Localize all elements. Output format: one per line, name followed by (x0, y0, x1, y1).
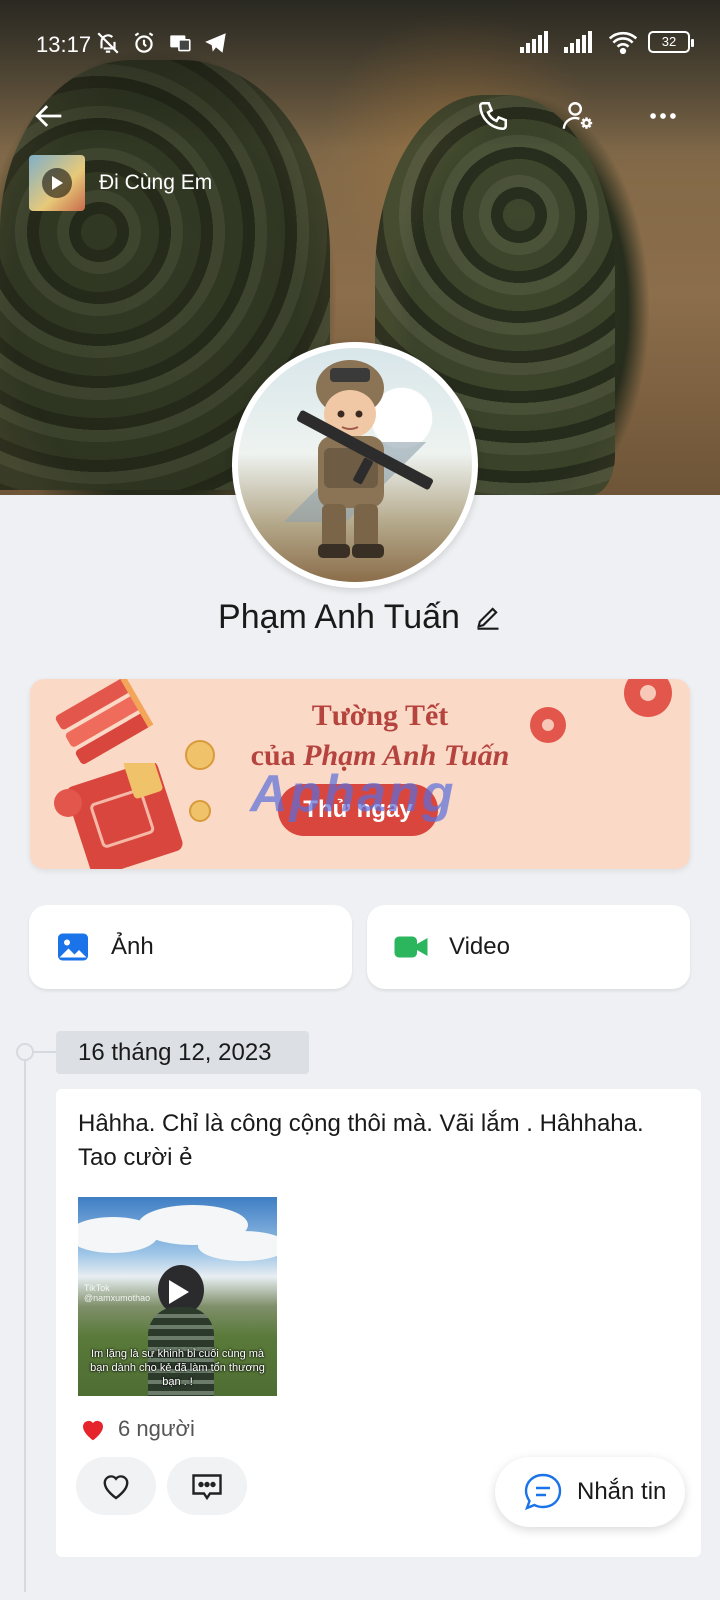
telegram-icon (205, 33, 226, 53)
profile-name-row: Phạm Anh Tuấn (0, 592, 720, 642)
watermark: Aphang (250, 765, 456, 823)
send-message-label: Nhắn tin (577, 1478, 667, 1505)
muted-bell-icon (97, 32, 119, 54)
signal-icon (564, 31, 592, 53)
music-title: Đi Cùng Em (99, 171, 213, 194)
chat-bubble-icon (524, 1473, 562, 1511)
like-button[interactable] (76, 1457, 156, 1515)
play-icon (52, 176, 63, 190)
back-arrow-icon (35, 105, 62, 127)
photos-button[interactable]: Ảnh (29, 905, 352, 989)
heart-icon (83, 1420, 103, 1441)
video-caption: Im lặng là sự khinh bỉ cuối cùng mà bạn … (90, 1348, 265, 1388)
comment-button[interactable] (167, 1457, 247, 1515)
profile-music[interactable]: Đi Cùng Em (29, 155, 212, 211)
signal-icon (520, 31, 548, 53)
battery-icon: 32 (648, 31, 694, 53)
edit-pencil-icon[interactable] (474, 603, 502, 631)
banner-title: Tường Tết (311, 699, 449, 732)
likes-count: 6 người (118, 1416, 195, 1441)
user-settings-icon (562, 102, 593, 129)
send-message-button[interactable]: Nhắn tin (495, 1457, 685, 1527)
more-button[interactable] (637, 90, 689, 142)
video-camera-icon (394, 936, 428, 958)
comment-icon (192, 1474, 222, 1501)
heart-outline-icon (103, 1475, 129, 1500)
back-button[interactable] (24, 90, 76, 142)
wifi-icon (608, 31, 638, 54)
profile-settings-button[interactable] (552, 90, 604, 142)
top-nav (0, 90, 720, 150)
status-time: 13:17 (36, 32, 92, 57)
cast-icon (170, 35, 191, 52)
video-play-button[interactable] (153, 1267, 203, 1317)
photo-icon (58, 933, 88, 961)
status-bar: 13:17 32 (0, 0, 720, 80)
more-icon (650, 113, 676, 119)
red-envelope-decoration (54, 763, 183, 869)
play-icon (169, 1280, 189, 1304)
tet-wall-banner[interactable]: Tường Tết của Phạm Anh Tuấn Thử ngay Aph… (30, 679, 690, 869)
post-text: Hâhha. Chỉ là công cộng thôi mà. Vãi lắm… (78, 1110, 644, 1171)
post-video-thumbnail[interactable]: TikTok @namxumothao Im lặng là sự khinh … (78, 1197, 277, 1396)
avatar[interactable] (232, 342, 478, 588)
alarm-icon (134, 32, 154, 53)
timeline-line (24, 1052, 26, 1592)
videos-button[interactable]: Video (367, 905, 690, 989)
phone-icon (478, 101, 508, 131)
profile-name: Phạm Anh Tuấn (218, 597, 460, 636)
timeline-date: 16 tháng 12, 2023 (56, 1031, 309, 1074)
call-button[interactable] (467, 90, 519, 142)
timeline-dot (16, 1043, 34, 1061)
post-reactions[interactable]: 6 người (78, 1414, 195, 1444)
tiktok-watermark: TikTok @namxumothao (84, 1283, 151, 1303)
music-thumbnail (29, 155, 85, 211)
videos-label: Video (449, 933, 510, 960)
soldier-avatar-illustration (297, 360, 433, 558)
photos-label: Ảnh (111, 933, 154, 960)
